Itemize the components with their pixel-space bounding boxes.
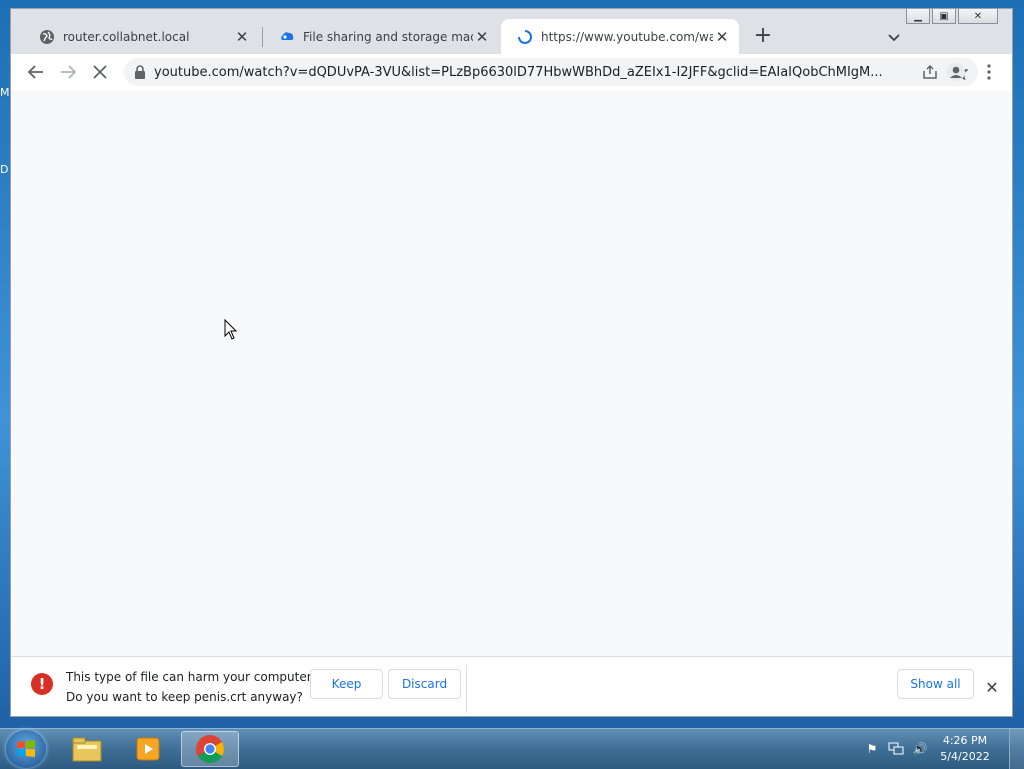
warning-line-2: Do you want to keep penis.crt anyway? <box>66 690 303 704</box>
network-icon[interactable] <box>887 740 905 758</box>
menu-kebab-icon[interactable] <box>975 58 1003 86</box>
clock-time: 4:26 PM <box>942 734 988 747</box>
tab-search-icon[interactable] <box>885 28 903 46</box>
download-shelf: ! This type of file can harm your comput… <box>11 656 1012 716</box>
chrome-icon[interactable] <box>181 731 239 767</box>
window-controls: ▁ ▣ ✕ <box>906 9 998 24</box>
show-desktop-button[interactable] <box>1009 729 1024 769</box>
tab-close-icon[interactable]: ✕ <box>713 28 731 46</box>
back-icon[interactable] <box>22 58 50 86</box>
cloud-icon <box>279 29 295 45</box>
media-player-icon[interactable] <box>119 731 177 767</box>
tab-strip: router.collabnet.local ✕ File sharing an… <box>11 9 1012 54</box>
tab-file-sharing[interactable]: File sharing and storage made si ✕ <box>263 19 499 54</box>
close-window-icon[interactable]: ✕ <box>958 9 998 24</box>
tab-label: File sharing and storage made si <box>303 29 473 44</box>
desktop-icon-label: D <box>0 163 9 176</box>
minimize-icon[interactable]: ▁ <box>906 9 930 24</box>
tab-close-icon[interactable]: ✕ <box>233 28 251 46</box>
keep-button[interactable]: Keep <box>310 669 383 699</box>
taskbar: ⚑ 🔊 4:26 PM 5/4/2022 <box>0 728 1024 769</box>
desktop-icon-label: M <box>0 86 10 99</box>
download-warning: This type of file can harm your computer… <box>66 667 314 707</box>
loading-spinner-icon <box>517 29 533 45</box>
warning-icon: ! <box>31 673 53 695</box>
forward-icon[interactable] <box>54 58 82 86</box>
url-text: youtube.com/watch?v=dQDUvPA-3VU&list=PLz… <box>154 64 883 80</box>
tab-label: https://www.youtube.com/watch <box>541 29 713 44</box>
address-bar[interactable]: youtube.com/watch?v=dQDUvPA-3VU&list=PLz… <box>124 58 978 86</box>
clock-date: 5/4/2022 <box>940 750 990 763</box>
file-explorer-icon[interactable] <box>58 731 116 767</box>
warning-line-1: This type of file can harm your computer… <box>66 670 315 684</box>
volume-icon[interactable]: 🔊 <box>911 740 929 758</box>
system-clock[interactable]: 4:26 PM 5/4/2022 <box>935 733 995 765</box>
action-center-flag-icon[interactable]: ⚑ <box>863 740 881 758</box>
browser-toolbar: youtube.com/watch?v=dQDUvPA-3VU&list=PLz… <box>11 54 1012 91</box>
mouse-cursor-icon <box>224 318 238 344</box>
globe-icon <box>39 29 55 45</box>
page-content[interactable] <box>11 90 1012 656</box>
maximize-icon[interactable]: ▣ <box>932 9 956 24</box>
tab-router[interactable]: router.collabnet.local ✕ <box>23 19 259 54</box>
show-all-button[interactable]: Show all <box>897 669 974 699</box>
browser-window: router.collabnet.local ✕ File sharing an… <box>10 8 1013 717</box>
start-button-icon[interactable] <box>6 730 46 768</box>
shelf-divider <box>466 665 467 713</box>
lock-icon[interactable] <box>134 65 146 79</box>
system-tray: ⚑ 🔊 4:26 PM 5/4/2022 <box>863 729 1024 769</box>
profile-avatar-icon[interactable] <box>942 58 970 86</box>
stop-loading-icon[interactable] <box>86 58 114 86</box>
discard-button[interactable]: Discard <box>388 669 461 699</box>
tab-youtube[interactable]: https://www.youtube.com/watch ✕ <box>501 19 739 54</box>
share-icon[interactable] <box>922 64 938 80</box>
close-shelf-icon[interactable]: ✕ <box>980 675 1004 699</box>
new-tab-button[interactable]: + <box>752 25 774 48</box>
tab-label: router.collabnet.local <box>63 29 190 44</box>
tab-close-icon[interactable]: ✕ <box>473 28 491 46</box>
